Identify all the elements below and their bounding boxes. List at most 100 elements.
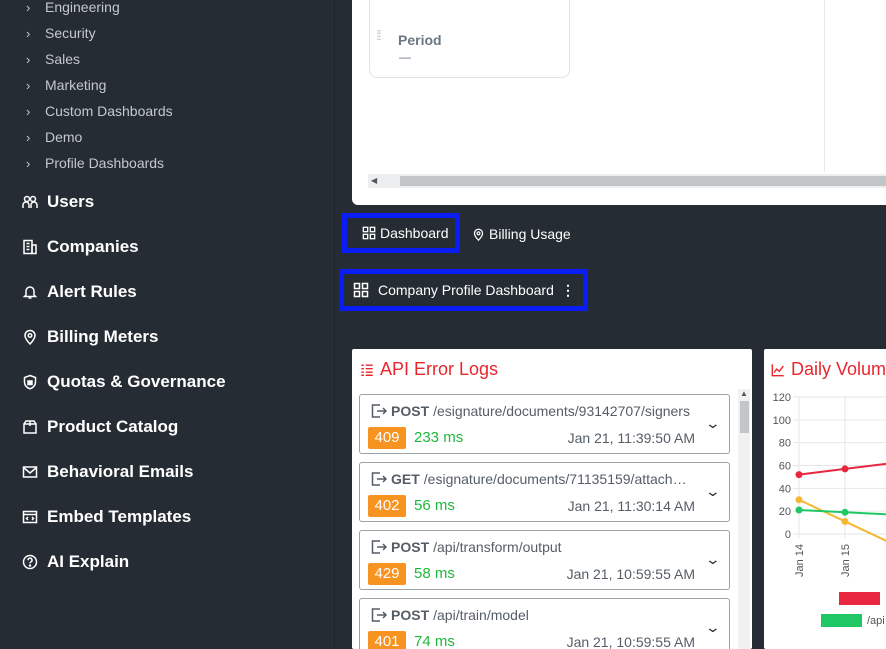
log-method: POST [391, 607, 430, 623]
sidebar-item-ai-explain[interactable]: AI Explain [0, 542, 129, 582]
data-point [795, 496, 803, 504]
api-error-logs-card: API Error Logs POST /esignature/document… [352, 349, 752, 649]
users-icon [0, 194, 47, 210]
scrollbar-thumb[interactable] [400, 176, 886, 186]
log-timestamp: Jan 21, 11:39:50 AM [567, 430, 695, 446]
horizontal-scrollbar[interactable]: ◀ [368, 174, 886, 188]
sidebar-item-label: Companies [47, 237, 139, 256]
box-icon [0, 419, 47, 435]
sidebar-item-alert-rules[interactable]: Alert Rules [0, 272, 137, 312]
error-log-entry[interactable]: GET /esignature/documents/71135159/attac… [359, 462, 730, 522]
data-point [841, 508, 849, 516]
sidebar-subitem-marketing[interactable]: › Marketing [0, 72, 106, 98]
sidebar-item-label: Product Catalog [47, 417, 179, 436]
chevron-right-icon: › [26, 0, 31, 15]
y-tick-label: 80 [779, 438, 791, 450]
vertical-scrollbar[interactable]: ▲ [738, 389, 750, 649]
sidebar-subitem-profile-dashboards[interactable]: › Profile Dashboards [0, 150, 164, 176]
chevron-down-icon[interactable]: ⌄ [705, 619, 721, 636]
error-log-entry[interactable]: POST /esignature/documents/93142707/sign… [359, 394, 730, 454]
error-log-entry[interactable]: POST /api/transform/output 429 58 ms Jan… [359, 530, 730, 590]
sidebar-item-users[interactable]: Users [0, 182, 94, 222]
log-request: GET /esignature/documents/71135159/attac… [370, 470, 710, 488]
sidebar-item-label: Users [47, 192, 95, 211]
company-profile-dashboard-label: Company Profile Dashboard [378, 282, 554, 298]
log-timestamp: Jan 21, 11:30:14 AM [567, 498, 695, 514]
period-value: — [399, 50, 411, 64]
tab-label: Billing Usage [489, 226, 571, 242]
sidebar-subitem-security[interactable]: › Security [0, 20, 96, 46]
list-icon [361, 363, 373, 376]
sidebar-subitem-custom-dashboards[interactable]: › Custom Dashboards [0, 98, 173, 124]
building-icon [0, 239, 47, 255]
chevron-right-icon: › [26, 103, 31, 119]
sidebar-subitem-engineering[interactable]: › Engineering [0, 0, 120, 20]
column-divider [824, 0, 825, 172]
log-method: POST [391, 403, 430, 419]
dashboard-grid-icon [353, 282, 369, 298]
sidebar-item-label: Quotas & Governance [47, 372, 226, 391]
y-tick-label: 0 [785, 529, 791, 541]
company-profile-dashboard-button[interactable]: Company Profile Dashboard ⋮ [339, 269, 588, 311]
chevron-down-icon[interactable]: ⌄ [705, 483, 721, 500]
legend-swatch [821, 614, 862, 627]
log-request: POST /api/train/model [370, 606, 710, 624]
log-duration: 56 ms [414, 497, 455, 514]
sidebar-subitem-label: Profile Dashboards [45, 155, 165, 171]
sidebar-item-label: Behavioral Emails [47, 462, 194, 481]
sidebar-item-label: Billing Meters [47, 327, 159, 346]
log-path: /api/train/model [433, 607, 529, 623]
y-tick-label: 40 [779, 483, 791, 495]
tab-dashboard[interactable]: Dashboard [342, 213, 460, 253]
log-request: POST /esignature/documents/93142707/sign… [370, 402, 710, 420]
tab-label: Dashboard [380, 225, 449, 241]
scroll-up-arrow-icon[interactable]: ▲ [740, 389, 748, 398]
sidebar-item-product-catalog[interactable]: Product Catalog [0, 407, 178, 447]
status-badge: 429 [368, 563, 406, 585]
chevron-down-icon[interactable]: ⌄ [705, 551, 721, 568]
period-widget[interactable]: ⁞⁞ Period — [369, 0, 570, 78]
period-label: Period [398, 32, 442, 48]
error-log-entry[interactable]: POST /api/train/model 401 74 ms Jan 21, … [359, 598, 730, 649]
chevron-down-icon[interactable]: ⌄ [705, 415, 721, 432]
legend-label: /api [867, 615, 885, 627]
dashboard-grid-icon [362, 226, 376, 240]
bell-icon [0, 284, 47, 300]
more-options-icon[interactable]: ⋮ [561, 282, 575, 299]
y-tick-label: 60 [779, 461, 791, 473]
shield-icon [0, 374, 47, 390]
log-duration: 58 ms [414, 565, 455, 582]
dashboard-canvas: ⁞⁞ Period — ◀ [352, 0, 886, 205]
sidebar-item-quotas-governance[interactable]: Quotas & Governance [0, 362, 226, 402]
chevron-right-icon: › [26, 51, 31, 67]
status-badge: 401 [368, 631, 406, 649]
log-path: /api/transform/output [433, 539, 562, 555]
sidebar-subitem-sales[interactable]: › Sales [0, 46, 80, 72]
main-content: ⁞⁞ Period — ◀ Dashboard Billing Usage Co… [336, 0, 886, 649]
data-point [795, 471, 803, 479]
sidebar-item-companies[interactable]: Companies [0, 227, 139, 267]
tab-billing-usage[interactable]: Billing Usage [472, 222, 571, 246]
status-badge: 402 [368, 495, 406, 517]
sidebar-subitem-demo[interactable]: › Demo [0, 124, 82, 150]
data-point [795, 506, 803, 514]
scrollbar-thumb[interactable] [740, 401, 749, 433]
log-request: POST /api/transform/output [370, 538, 710, 556]
sidebar-subitem-label: Security [45, 25, 96, 41]
log-method: POST [391, 539, 430, 555]
sidebar-subitem-label: Demo [45, 129, 83, 145]
sign-out-icon [371, 472, 388, 486]
code-window-icon [0, 509, 47, 525]
chevron-right-icon: › [26, 155, 31, 171]
sidebar-item-behavioral-emails[interactable]: Behavioral Emails [0, 452, 193, 492]
question-circle-icon [0, 554, 47, 570]
drag-handle-icon[interactable]: ⁞⁞ [376, 27, 382, 43]
daily-volume-chart: 0 20 40 60 80 100 120 Jan 14 Jan 15/api [773, 392, 886, 627]
sidebar-item-label: Embed Templates [47, 507, 192, 526]
daily-volume-card: Daily Volume 0 20 40 60 80 100 120 Jan 14 Jan 15… [764, 349, 886, 649]
log-timestamp: Jan 21, 10:59:55 AM [566, 566, 695, 582]
scroll-left-arrow-icon[interactable]: ◀ [371, 174, 377, 188]
sidebar-item-billing-meters[interactable]: Billing Meters [0, 317, 158, 357]
sidebar-item-embed-templates[interactable]: Embed Templates [0, 497, 191, 537]
sidebar-item-label: AI Explain [47, 552, 130, 571]
